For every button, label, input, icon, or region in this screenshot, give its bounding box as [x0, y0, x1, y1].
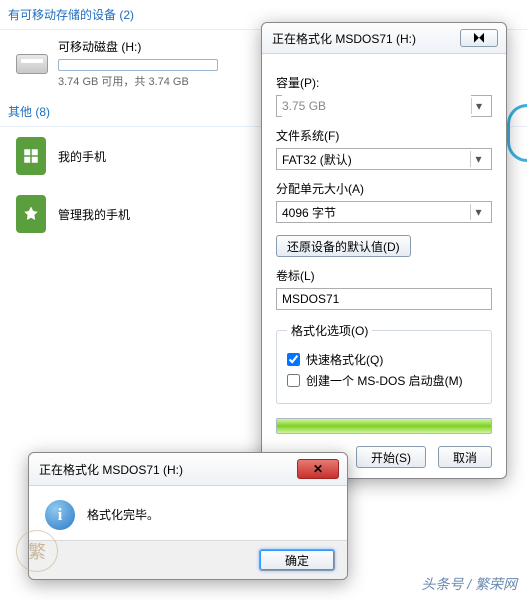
footer-credit: 头条号 / 繁荣网	[421, 574, 517, 594]
manage-phone-icon	[16, 195, 46, 233]
manage-phone-label: 管理我的手机	[58, 206, 130, 223]
partial-cloud-icon	[507, 104, 527, 162]
close-button[interactable]: ✕	[297, 459, 339, 479]
alloc-value: 4096 字节	[282, 204, 336, 221]
capacity-value: 3.75 GB	[282, 95, 471, 117]
ok-button[interactable]: 确定	[259, 549, 335, 571]
phone-icon	[16, 137, 46, 175]
format-options-group: 格式化选项(O) 快速格式化(Q) 创建一个 MS-DOS 启动盘(M)	[276, 322, 492, 404]
capacity-select[interactable]: 3.75 GB ▾	[276, 95, 492, 117]
filesystem-select[interactable]: FAT32 (默认) ▾	[276, 148, 492, 170]
message-text: 格式化完毕。	[87, 500, 159, 523]
format-dialog-titlebar: 正在格式化 MSDOS71 (H:) ⏵⏴	[262, 23, 506, 54]
format-dialog-title: 正在格式化 MSDOS71 (H:)	[272, 30, 416, 47]
removable-drive-icon	[16, 54, 48, 74]
info-icon: i	[45, 500, 75, 530]
message-dialog-titlebar: 正在格式化 MSDOS71 (H:) ✕	[29, 453, 347, 486]
quick-format-checkbox[interactable]	[287, 353, 300, 366]
message-dialog: 正在格式化 MSDOS71 (H:) ✕ i 格式化完毕。 确定	[28, 452, 348, 580]
create-dos-row[interactable]: 创建一个 MS-DOS 启动盘(M)	[287, 372, 481, 389]
filesystem-value: FAT32 (默认)	[282, 151, 352, 168]
start-button[interactable]: 开始(S)	[356, 446, 426, 468]
my-phone-label: 我的手机	[58, 148, 106, 165]
restore-defaults-button[interactable]: 还原设备的默认值(D)	[276, 235, 411, 257]
message-dialog-title: 正在格式化 MSDOS71 (H:)	[39, 461, 183, 478]
alloc-label: 分配单元大小(A)	[276, 180, 492, 197]
capacity-label: 容量(P):	[276, 74, 492, 91]
create-dos-label: 创建一个 MS-DOS 启动盘(M)	[306, 372, 463, 389]
chevron-down-icon: ▾	[470, 204, 486, 220]
dialog-minimize-button[interactable]: ⏵⏴	[460, 29, 498, 47]
chevron-down-icon: ▾	[471, 98, 486, 114]
filesystem-label: 文件系统(F)	[276, 127, 492, 144]
close-icon: ✕	[313, 462, 323, 476]
format-options-legend: 格式化选项(O)	[287, 322, 372, 339]
storage-bar	[58, 59, 218, 71]
alloc-select[interactable]: 4096 字节 ▾	[276, 201, 492, 223]
quick-format-label: 快速格式化(Q)	[306, 351, 383, 368]
volume-input[interactable]: MSDOS71	[276, 288, 492, 310]
volume-label: 卷标(L)	[276, 267, 492, 284]
watermark-seal: 繁	[16, 530, 58, 572]
cancel-button[interactable]: 取消	[438, 446, 492, 468]
format-dialog: 正在格式化 MSDOS71 (H:) ⏵⏴ 容量(P): 3.75 GB ▾ 文…	[261, 22, 507, 479]
quick-format-row[interactable]: 快速格式化(Q)	[287, 351, 481, 368]
format-progress-bar	[276, 418, 492, 434]
create-dos-checkbox[interactable]	[287, 374, 300, 387]
chevron-down-icon: ▾	[470, 151, 486, 167]
